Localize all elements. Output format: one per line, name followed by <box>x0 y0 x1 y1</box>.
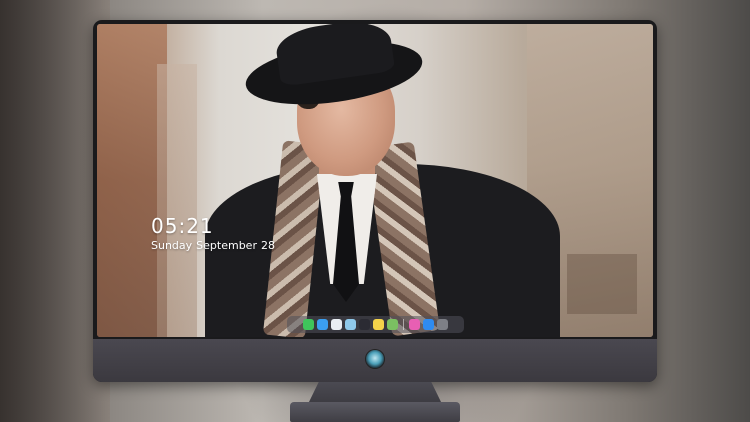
lockscreen-date: Sunday September 28 <box>151 239 279 252</box>
preview-icon[interactable] <box>345 319 356 330</box>
messages-icon[interactable] <box>303 319 314 330</box>
lockscreen-date-num: 28 <box>260 239 275 252</box>
dock <box>287 316 464 333</box>
monitor-stand-neck <box>308 382 442 404</box>
lockscreen-clock: 05:21 <box>151 214 214 238</box>
finder-icon[interactable] <box>317 319 328 330</box>
wallpaper-building-window <box>567 254 637 314</box>
dock-separator <box>403 319 404 330</box>
camera-icon[interactable] <box>437 319 448 330</box>
lockscreen-date-day: Sunday <box>151 239 193 252</box>
lockscreen-date-month: September <box>196 239 257 252</box>
desktop-screen: 05:21 Sunday September 28 <box>97 24 653 337</box>
logo-icon <box>366 350 384 368</box>
notes-icon[interactable] <box>373 319 384 330</box>
wallpaper-building-left-far <box>157 64 197 337</box>
appstore-icon[interactable] <box>423 319 434 330</box>
monitor-stand-base <box>290 402 460 422</box>
photos-icon[interactable] <box>387 319 398 330</box>
safari-icon[interactable] <box>331 319 342 330</box>
itunes-icon[interactable] <box>409 319 420 330</box>
clapper-icon[interactable] <box>359 319 370 330</box>
